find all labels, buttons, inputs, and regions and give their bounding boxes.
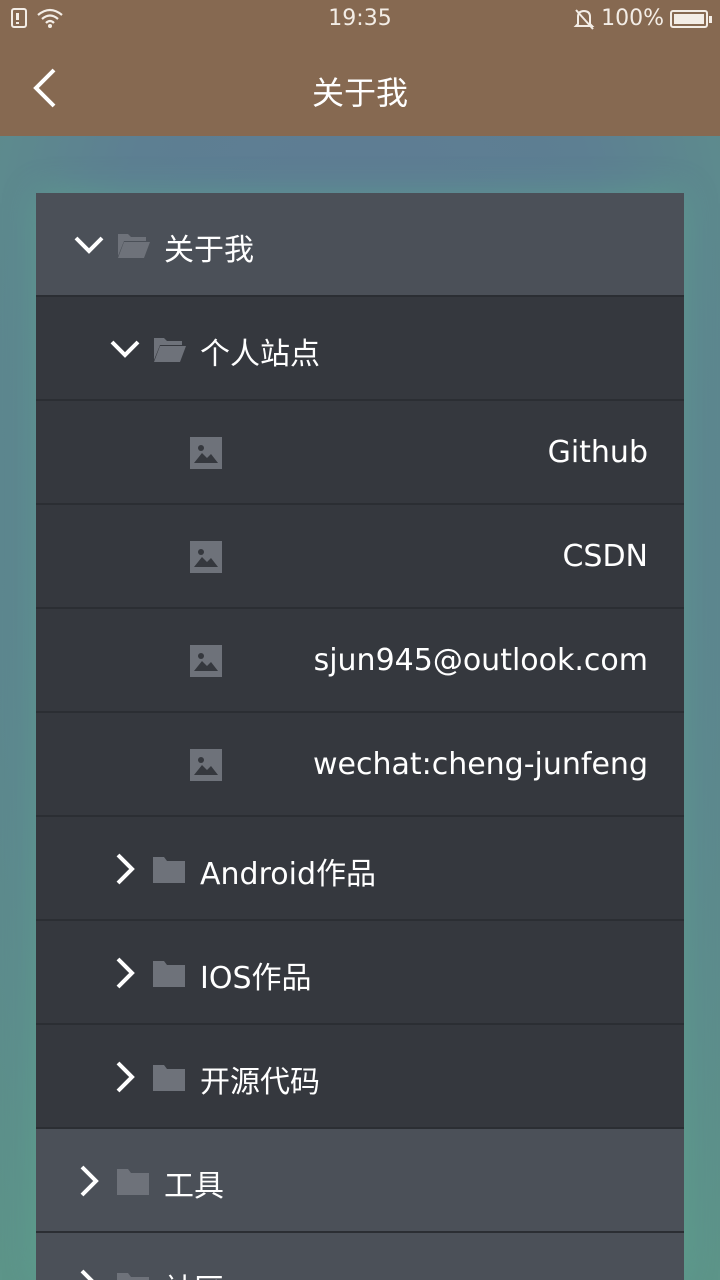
image-icon: [190, 437, 222, 469]
tree-node-label: 社区: [164, 1265, 224, 1280]
tree-node-tools[interactable]: 工具: [36, 1129, 684, 1233]
chevron-right-icon: [80, 1269, 94, 1280]
tree-node-label: 工具: [164, 1169, 224, 1204]
tree-leaf-github[interactable]: Github: [36, 401, 684, 505]
folder-open-icon: [154, 338, 186, 362]
battery-percent: 100%: [601, 6, 664, 31]
tree-leaf-label: CSDN: [562, 539, 648, 574]
tree-node-label: 关于我: [164, 233, 254, 268]
tree-node-personal-sites[interactable]: 个人站点: [36, 297, 684, 401]
chevron-down-icon: [110, 340, 140, 358]
mute-bell-icon: [573, 8, 595, 30]
status-icons-right: 100%: [573, 6, 712, 31]
folder-icon: [153, 857, 185, 883]
folder-icon: [117, 1169, 149, 1195]
battery-icon: [670, 9, 712, 28]
chevron-down-icon: [74, 236, 104, 254]
folder-icon: [153, 961, 185, 987]
folder-open-icon: [118, 234, 150, 258]
tree-node-label: IOS作品: [200, 961, 312, 996]
chevron-right-icon: [80, 1165, 99, 1197]
tree-leaf-wechat[interactable]: wechat:cheng-junfeng: [36, 713, 684, 817]
status-bar: 19:35 100%: [0, 0, 720, 38]
folder-icon: [117, 1273, 149, 1280]
chevron-right-icon: [116, 957, 135, 989]
tree-node-label: Android作品: [200, 857, 376, 892]
tree-node-about-me[interactable]: 关于我: [36, 193, 684, 297]
tree-leaf-email[interactable]: sjun945@outlook.com: [36, 609, 684, 713]
tree-panel: 关于我 个人站点 Github CSDN sjun945@outlook.com…: [36, 193, 684, 1280]
app-bar: 关于我: [0, 38, 720, 136]
tree-leaf-label: sjun945@outlook.com: [313, 643, 648, 678]
folder-icon: [153, 1065, 185, 1091]
page-title: 关于我: [311, 74, 408, 112]
image-icon: [190, 645, 222, 677]
tree-node-label: 个人站点: [200, 337, 320, 372]
image-icon: [190, 749, 222, 781]
image-icon: [190, 541, 222, 573]
tree-leaf-csdn[interactable]: CSDN: [36, 505, 684, 609]
chevron-right-icon: [116, 853, 135, 885]
tree-leaf-label: wechat:cheng-junfeng: [312, 747, 648, 782]
tree-leaf-label: Github: [547, 435, 648, 470]
tree-node-ios[interactable]: IOS作品: [36, 921, 684, 1025]
chevron-right-icon: [116, 1061, 135, 1093]
tree-node-community[interactable]: 社区: [36, 1233, 684, 1280]
tree-node-open-source[interactable]: 开源代码: [36, 1025, 684, 1129]
tree-node-label: 开源代码: [200, 1065, 320, 1100]
tree-node-android[interactable]: Android作品: [36, 817, 684, 921]
